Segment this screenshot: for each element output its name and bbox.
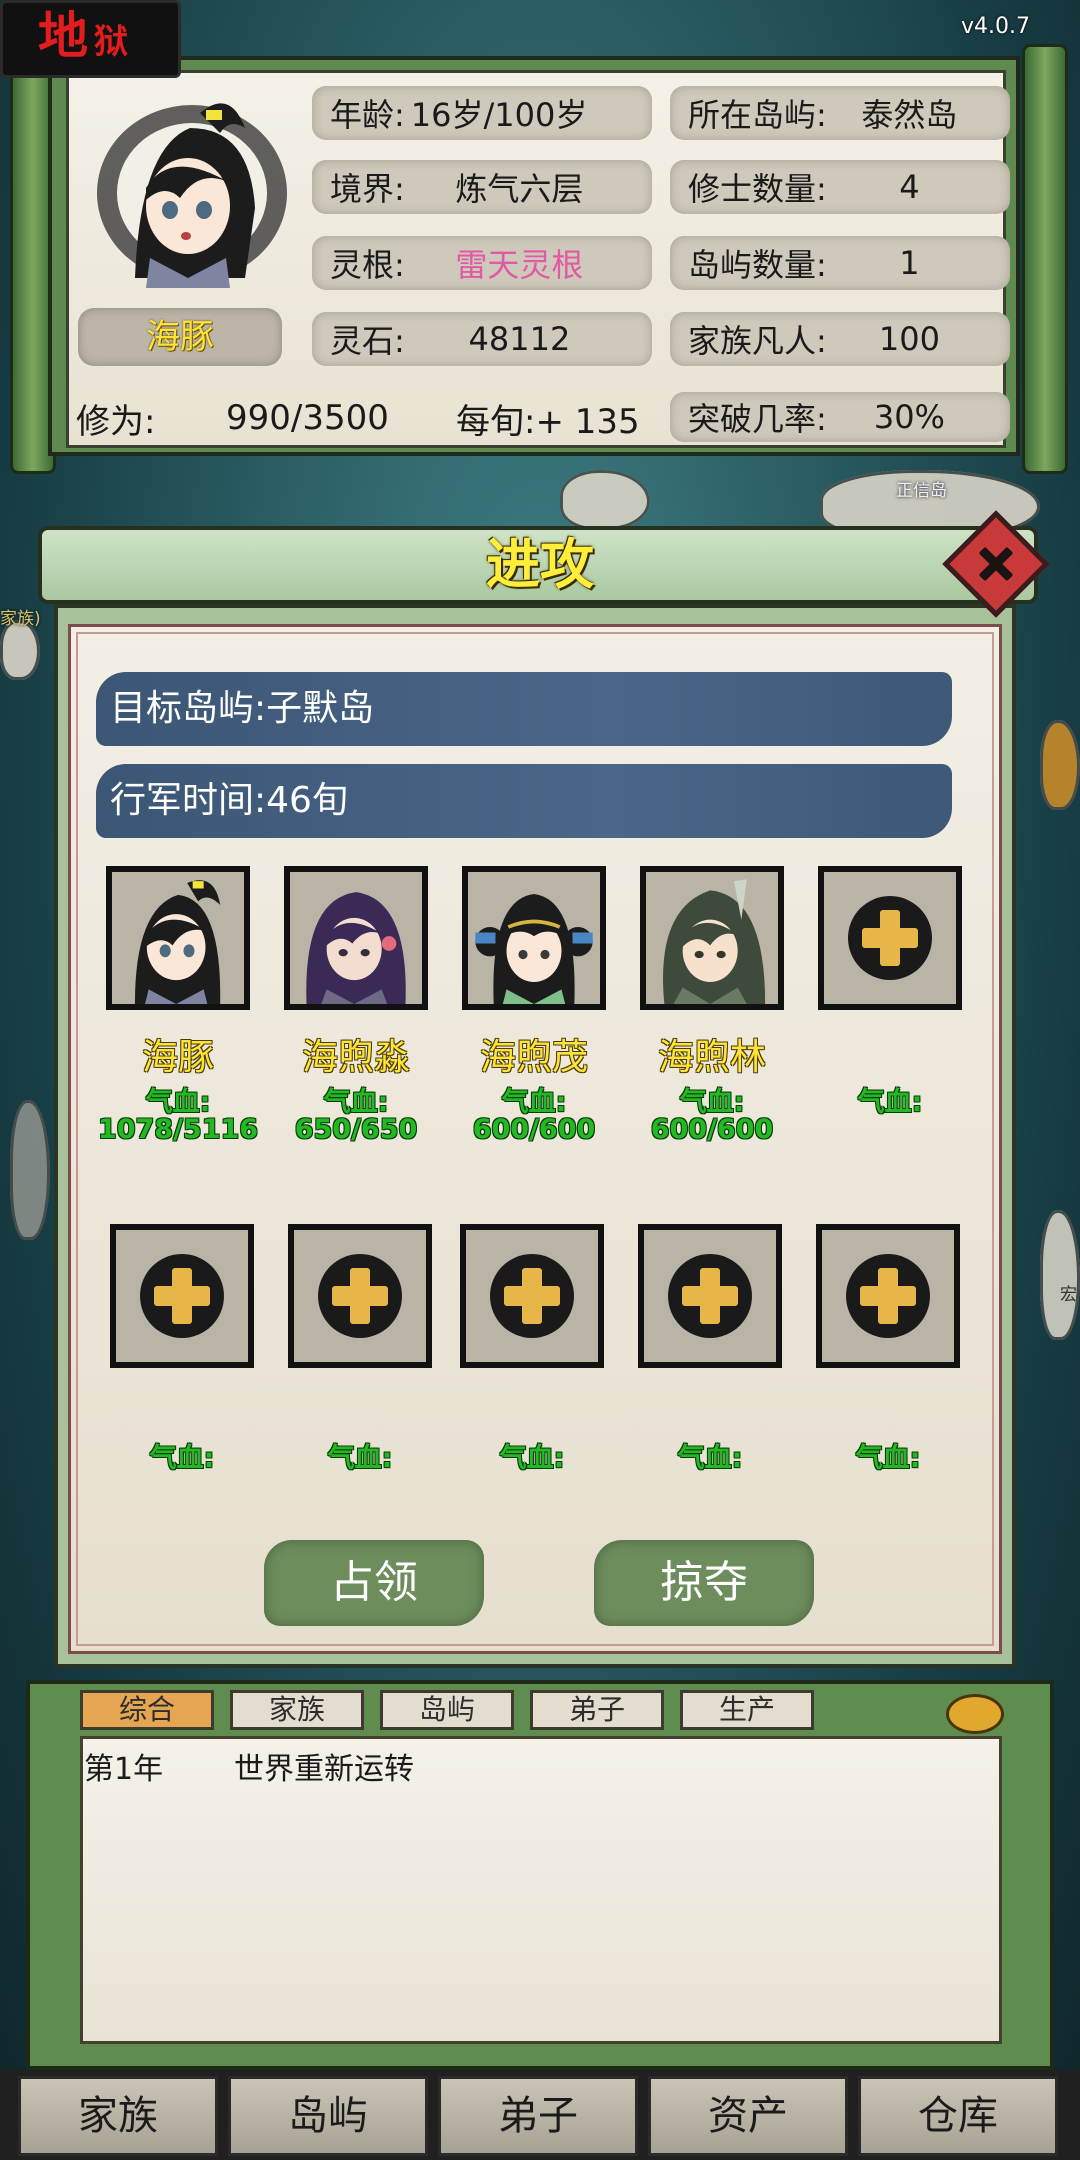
add-member-icon[interactable] <box>318 1254 402 1338</box>
log-tab-island[interactable]: 岛屿 <box>380 1690 514 1730</box>
mortals-label: 家族凡人: <box>688 322 827 360</box>
log-tab-family[interactable]: 家族 <box>230 1690 364 1730</box>
add-member-icon[interactable] <box>846 1254 930 1338</box>
member-hp-label: 气血: <box>327 1443 393 1474</box>
member-slot-4[interactable] <box>640 866 784 1010</box>
breakthrough-field: 突破几率: 30% <box>670 392 1010 442</box>
member-hp: 1078/5116 <box>97 1114 259 1145</box>
member-name: 海豚 <box>141 1037 214 1078</box>
scroll-rod-right <box>1022 44 1068 474</box>
member-slot-5[interactable] <box>818 866 962 1010</box>
add-member-icon[interactable] <box>490 1254 574 1338</box>
attack-dialog-title: 进攻 <box>486 533 594 596</box>
root-value: 雷天灵根 <box>455 246 584 284</box>
nav-warehouse[interactable]: 仓库 <box>858 2076 1058 2156</box>
age-label: 年龄: <box>330 96 405 134</box>
add-member-icon[interactable] <box>668 1254 752 1338</box>
cultivation-label: 修为: <box>76 402 156 442</box>
age-field: 年龄: 16岁/100岁 <box>312 86 652 140</box>
version-label: v4.0.7 <box>961 14 1030 39</box>
map-island <box>10 1100 50 1240</box>
member-slot-6[interactable] <box>110 1224 254 1368</box>
map-island <box>0 620 40 680</box>
member-name: 海煦淼 <box>301 1037 410 1078</box>
realm-label: 境界: <box>330 170 405 208</box>
member-slot-7[interactable] <box>288 1224 432 1368</box>
member-hp-label: 气血: <box>857 1087 923 1118</box>
root-label: 灵根: <box>330 246 405 284</box>
member-hp-label: 气血: <box>855 1443 921 1474</box>
root-field: 灵根: 雷天灵根 <box>312 236 652 290</box>
plunder-button[interactable]: 掠夺 <box>594 1540 814 1626</box>
log-tab-disciple[interactable]: 弟子 <box>530 1690 664 1730</box>
target-island: 目标岛屿:子默岛 <box>96 672 952 746</box>
log-entry-text: 世界重新运转 <box>234 1752 414 1787</box>
add-member-icon[interactable] <box>848 896 932 980</box>
cultivation-value: 990/3500 <box>226 398 389 438</box>
age-value: 16岁/100岁 <box>410 96 588 134</box>
member-portrait <box>468 872 600 1004</box>
stone-field: 灵石: 48112 <box>312 312 652 366</box>
nav-disciples[interactable]: 弟子 <box>438 2076 638 2156</box>
member-slot-2[interactable] <box>284 866 428 1010</box>
cultivators-field: 修士数量: 4 <box>670 160 1010 214</box>
island-field: 所在岛屿: 泰然岛 <box>670 86 1010 140</box>
member-hp: 600/600 <box>650 1114 774 1145</box>
member-hp-label: 气血: <box>499 1443 565 1474</box>
map-island <box>560 470 650 530</box>
realm-field: 境界: 炼气六层 <box>312 160 652 214</box>
nav-assets[interactable]: 资产 <box>648 2076 848 2156</box>
member-hp-label: 气血: <box>149 1443 215 1474</box>
islands-count-label: 岛屿数量: <box>688 246 827 284</box>
player-name[interactable]: 海豚 <box>78 308 282 366</box>
occupy-button[interactable]: 占领 <box>264 1540 484 1626</box>
per-turn-gain: 每旬:+ 135 <box>456 402 640 442</box>
map-label-zhengxin[interactable]: 正信岛 <box>896 476 947 501</box>
mortals-field: 家族凡人: 100 <box>670 312 1010 366</box>
log-entry-year: 第1年 <box>84 1752 164 1787</box>
member-slot-10[interactable] <box>816 1224 960 1368</box>
islands-count-field: 岛屿数量: 1 <box>670 236 1010 290</box>
member-hp-label: 气血: <box>677 1443 743 1474</box>
log-paper <box>80 1736 1002 2044</box>
difficulty-text: 地狱 <box>38 6 134 72</box>
breakthrough-label: 突破几率: <box>688 400 827 438</box>
march-time: 行军时间:46旬 <box>96 764 952 838</box>
difficulty-sub: 狱 <box>94 22 134 62</box>
map-island <box>1040 720 1080 810</box>
member-portrait <box>112 872 244 1004</box>
map-label-hong[interactable]: 宏 <box>1060 1280 1077 1305</box>
player-avatar[interactable] <box>80 88 290 288</box>
member-name: 海煦林 <box>657 1037 766 1078</box>
map-island <box>1040 1210 1080 1340</box>
difficulty-main: 地 <box>38 6 94 65</box>
member-slot-1[interactable] <box>106 866 250 1010</box>
stone-label: 灵石: <box>330 322 405 360</box>
add-member-icon[interactable] <box>140 1254 224 1338</box>
member-name: 海煦茂 <box>479 1037 588 1078</box>
nav-family[interactable]: 家族 <box>18 2076 218 2156</box>
member-slot-3[interactable] <box>462 866 606 1010</box>
member-slot-9[interactable] <box>638 1224 782 1368</box>
island-value: 泰然岛 <box>861 96 958 134</box>
map-label-family[interactable]: 家族) <box>0 604 41 629</box>
mortals-value: 100 <box>878 320 940 358</box>
islands-count-value: 1 <box>899 244 920 282</box>
stone-value: 48112 <box>468 320 571 358</box>
member-hp: 650/650 <box>294 1114 418 1145</box>
breakthrough-value: 30% <box>873 398 945 436</box>
log-tab-production[interactable]: 生产 <box>680 1690 814 1730</box>
cultivators-value: 4 <box>899 168 920 206</box>
coin-icon[interactable] <box>946 1694 1004 1734</box>
log-tab-general[interactable]: 综合 <box>80 1690 214 1730</box>
nav-islands[interactable]: 岛屿 <box>228 2076 428 2156</box>
cultivators-label: 修士数量: <box>688 170 827 208</box>
realm-value: 炼气六层 <box>455 170 584 208</box>
member-hp: 600/600 <box>472 1114 596 1145</box>
member-slot-8[interactable] <box>460 1224 604 1368</box>
member-portrait <box>290 872 422 1004</box>
member-portrait <box>646 872 778 1004</box>
island-label: 所在岛屿: <box>688 96 827 134</box>
